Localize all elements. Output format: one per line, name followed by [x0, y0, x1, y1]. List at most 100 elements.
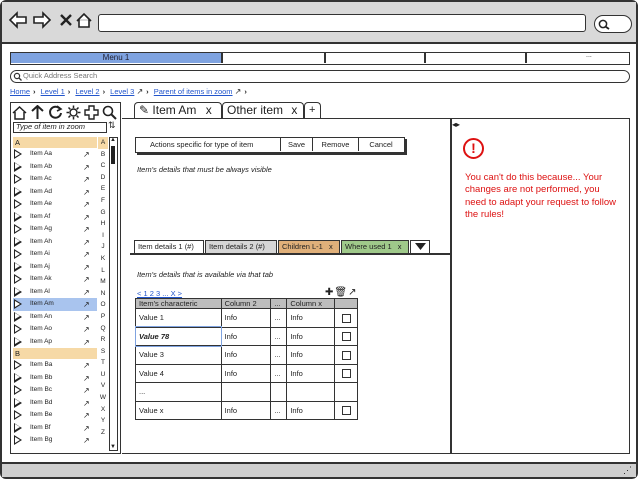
alphabet-letter[interactable]: U	[98, 369, 108, 381]
list-item[interactable]: Item Ak ↗	[13, 273, 97, 286]
list-item[interactable]: Item Al ↗	[13, 286, 97, 299]
expand-triangle-icon[interactable]	[14, 161, 22, 172]
subtab-where-used[interactable]: Where used 1 x	[341, 240, 409, 254]
menu-more[interactable]: ...	[586, 52, 592, 59]
external-link-icon[interactable]: ↗	[83, 300, 90, 309]
expand-triangle-icon[interactable]	[14, 299, 22, 309]
list-item[interactable]: Item Bf ↗	[13, 422, 97, 435]
alphabet-letter[interactable]: X	[98, 404, 108, 416]
gear-icon[interactable]	[66, 105, 81, 120]
cancel-button[interactable]: Cancel	[358, 138, 403, 151]
alphabet-letter[interactable]: S	[98, 346, 108, 358]
alphabet-letter[interactable]: H	[98, 218, 108, 230]
alphabet-letter[interactable]: D	[98, 172, 108, 184]
trash-icon[interactable]: 🗑	[334, 287, 348, 298]
expand-triangle-icon[interactable]	[14, 286, 22, 297]
scroll-down-icon[interactable]: ▼	[110, 444, 116, 450]
alphabet-letter[interactable]: Q	[98, 323, 108, 335]
forward-icon[interactable]	[32, 10, 52, 34]
list-item[interactable]: Item Ai ↗	[13, 248, 97, 261]
quick-address-input[interactable]: Quick Address Search	[10, 70, 630, 83]
external-link-icon[interactable]: ↗	[83, 200, 90, 209]
browser-search[interactable]	[594, 15, 632, 33]
expand-triangle-icon[interactable]	[14, 211, 22, 222]
tab-close-icon[interactable]: x	[206, 103, 212, 117]
list-item[interactable]: Item Bb ↗	[13, 372, 97, 385]
subtab-close-icon[interactable]: x	[329, 242, 333, 251]
alphabet-letter[interactable]: Z	[98, 427, 108, 439]
list-item[interactable]: Item Am ↗	[13, 298, 97, 311]
alphabet-letter[interactable]: G	[98, 207, 108, 219]
external-link-icon[interactable]: ↗	[235, 87, 242, 96]
subtab-details-2[interactable]: Item details 2 (#)	[205, 240, 277, 254]
list-item[interactable]: Item Ac ↗	[13, 173, 97, 186]
alphabet-letter[interactable]: M	[98, 276, 108, 288]
external-link-icon[interactable]: ↗	[83, 436, 90, 445]
expand-triangle-icon[interactable]	[14, 174, 22, 184]
tab-other-item[interactable]: Other item x	[222, 102, 304, 119]
expand-triangle-icon[interactable]	[14, 199, 22, 209]
list-item[interactable]: Item Ah ↗	[13, 236, 97, 249]
type-filter-input[interactable]: Type of item in zoom	[13, 122, 107, 133]
list-item[interactable]: Item Af ↗	[13, 211, 97, 224]
list-scrollbar[interactable]: ▲ ▼	[109, 137, 118, 451]
expand-triangle-icon[interactable]	[14, 422, 22, 433]
address-bar[interactable]	[98, 14, 586, 32]
expand-triangle-icon[interactable]	[14, 224, 22, 234]
external-link-icon[interactable]: ↗	[83, 175, 90, 184]
home-icon[interactable]	[74, 10, 94, 34]
subtab-children[interactable]: Children L-1 x	[278, 240, 340, 254]
breadcrumb-parent[interactable]: Parent of items in zoom	[154, 87, 233, 96]
menu-1[interactable]: Menu 1	[11, 53, 221, 63]
table-row[interactable]: Value 78 Info... Info	[134, 326, 358, 347]
alphabet-letter[interactable]: R	[98, 334, 108, 346]
table-row[interactable]: Value x Info... Info	[135, 400, 358, 420]
external-link-icon[interactable]: ↗	[83, 424, 90, 433]
column-header[interactable]: ...	[270, 298, 288, 309]
list-item[interactable]: Item Be ↗	[13, 409, 97, 422]
expand-triangle-icon[interactable]	[14, 372, 22, 383]
row-checkbox[interactable]	[341, 313, 351, 323]
alphabet-letter[interactable]: E	[98, 183, 108, 195]
list-item[interactable]: Item Ba ↗	[13, 359, 97, 372]
list-item[interactable]: Item Ab ↗	[13, 161, 97, 174]
table-row[interactable]: ...	[135, 382, 358, 402]
list-item[interactable]: Item Ad ↗	[13, 186, 97, 199]
sort-icon[interactable]: ⇅	[108, 120, 116, 131]
expand-triangle-icon[interactable]	[14, 360, 22, 370]
row-checkbox[interactable]	[341, 350, 351, 360]
add-icon[interactable]	[84, 105, 99, 120]
alphabet-letter[interactable]: L	[98, 265, 108, 277]
external-link-icon[interactable]: ↗	[83, 374, 90, 383]
tab-close-icon[interactable]: x	[291, 103, 297, 117]
external-link-icon[interactable]: ↗	[83, 288, 90, 297]
expand-triangle-icon[interactable]	[14, 385, 22, 395]
external-link-icon[interactable]: ↗	[83, 386, 90, 395]
external-link-icon[interactable]: ↗	[83, 275, 90, 284]
expand-triangle-icon[interactable]	[14, 410, 22, 420]
list-item[interactable]: Item Bd ↗	[13, 397, 97, 410]
list-item[interactable]: Item Ao ↗	[13, 323, 97, 336]
breadcrumb-level1[interactable]: Level 1	[41, 87, 65, 96]
alphabet-letter[interactable]: K	[98, 253, 108, 265]
cell-characteristic[interactable]: Value 78	[134, 326, 223, 347]
alphabet-letter[interactable]: V	[98, 380, 108, 392]
alphabet-letter[interactable]: N	[98, 288, 108, 300]
scroll-up-icon[interactable]: ▲	[110, 137, 116, 143]
breadcrumb-level3[interactable]: Level 3	[110, 87, 134, 96]
external-link-icon[interactable]: ↗	[136, 87, 143, 96]
breadcrumb-level2[interactable]: Level 2	[75, 87, 99, 96]
expand-triangle-icon[interactable]	[14, 311, 22, 322]
external-link-icon[interactable]: ↗	[83, 313, 90, 322]
table-row[interactable]: Value 4 Info... Info	[135, 363, 358, 383]
alphabet-letter[interactable]: F	[98, 195, 108, 207]
up-arrow-icon[interactable]	[30, 104, 45, 120]
expand-triangle-icon[interactable]	[14, 324, 22, 334]
expand-triangle-icon[interactable]	[14, 186, 22, 197]
external-link-icon[interactable]: ↗	[83, 361, 90, 370]
alphabet-letter[interactable]: J	[98, 241, 108, 253]
expand-triangle-icon[interactable]	[14, 435, 22, 445]
close-icon[interactable]	[56, 10, 76, 34]
table-row[interactable]: Value 1 Info... Info	[135, 308, 358, 328]
external-link-icon[interactable]: ↗	[83, 399, 90, 408]
